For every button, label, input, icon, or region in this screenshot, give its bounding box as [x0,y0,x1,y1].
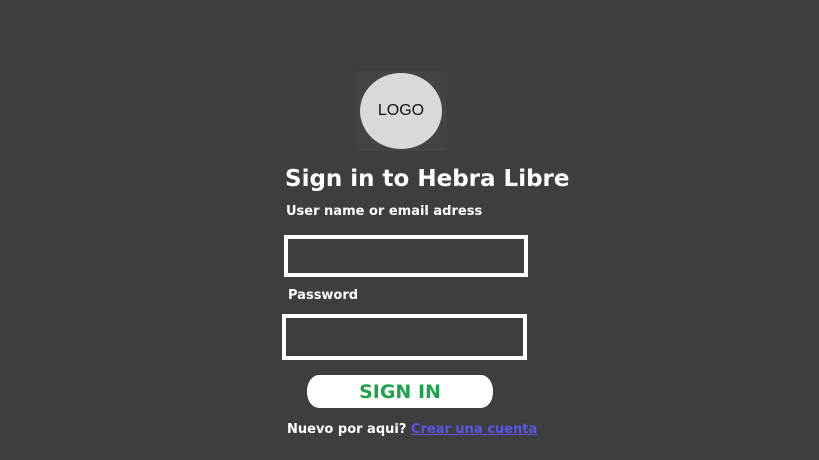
sign-in-button[interactable]: SIGN IN [307,375,493,408]
signup-prompt-text: Nuevo por aqui? [287,422,407,437]
username-input[interactable] [284,235,528,277]
logo-text: LOGO [377,102,425,119]
logo: LOGO [360,73,442,149]
signup-prompt: Nuevo por aqui? Crear una cuenta [287,421,537,439]
username-label: User name or email adress [286,204,483,219]
password-input[interactable] [282,314,527,360]
create-account-link[interactable]: Crear una cuenta [411,422,537,437]
logo-container: LOGO [357,71,447,151]
password-label: Password [288,288,359,303]
page-title: Sign in to Hebra Libre [285,166,570,192]
